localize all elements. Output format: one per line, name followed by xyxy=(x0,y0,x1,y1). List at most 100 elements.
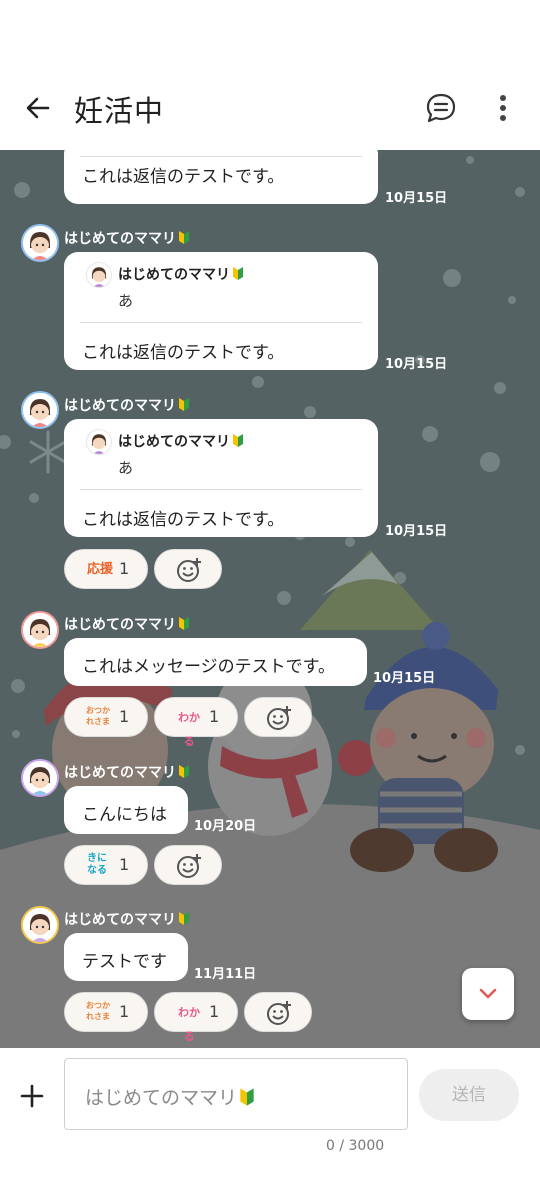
reaction-count: 1 xyxy=(209,707,220,726)
input-placeholder: はじめてのママリ xyxy=(85,1083,255,1110)
beginner-mark-icon xyxy=(179,398,189,411)
add-emoji-icon xyxy=(267,706,291,730)
attach-button[interactable] xyxy=(18,1082,46,1110)
sender-name-text: はじめてのママリ xyxy=(64,398,176,414)
message-text: これは返信のテストです。 xyxy=(82,510,285,530)
message-bubble[interactable]: これは返信のテストです。 xyxy=(64,150,378,204)
sender-name: はじめてのママリ xyxy=(64,395,190,415)
quote-sender-name: はじめてのママリ xyxy=(118,431,244,451)
plus-icon xyxy=(20,1084,44,1108)
avatar[interactable] xyxy=(21,906,59,944)
avatar[interactable] xyxy=(21,224,59,262)
message-time: 10月15日 xyxy=(373,671,436,686)
message-text: これはメッセージのテストです。 xyxy=(82,657,335,677)
sender-name: はじめてのママリ xyxy=(64,614,190,634)
more-options-button[interactable] xyxy=(490,92,516,126)
character-counter: 0 / 3000 xyxy=(326,1138,385,1154)
reaction-chip[interactable]: おつかれさま 1 xyxy=(64,697,148,737)
add-reaction-button[interactable] xyxy=(244,697,312,737)
message-bubble[interactable]: テストです xyxy=(64,933,188,981)
beginner-mark-icon xyxy=(179,617,189,630)
message-bubble[interactable]: こんにちは xyxy=(64,786,188,834)
input-placeholder-text: はじめてのママリ xyxy=(85,1087,238,1109)
reaction-chip[interactable]: きになる 1 xyxy=(64,845,148,885)
beginner-mark-icon xyxy=(179,231,189,244)
avatar-face-icon xyxy=(23,613,57,647)
message-composer: はじめてのママリ 送信 0 / 3000 xyxy=(0,1048,540,1200)
reaction-count: 1 xyxy=(119,559,130,578)
send-button[interactable]: 送信 xyxy=(419,1069,519,1121)
thread-button[interactable] xyxy=(424,90,458,126)
message-time: 10月20日 xyxy=(194,819,257,834)
sender-name-text: はじめてのママリ xyxy=(64,765,176,781)
beginner-mark-icon xyxy=(179,765,189,778)
add-emoji-icon xyxy=(177,854,201,878)
add-emoji-icon xyxy=(267,1001,291,1025)
chat-thread-icon xyxy=(426,93,456,123)
beginner-mark-icon xyxy=(233,267,243,280)
add-reaction-button[interactable] xyxy=(154,845,222,885)
avatar-face-icon xyxy=(91,267,107,287)
sender-name-text: はじめてのママリ xyxy=(64,617,176,633)
quote-sender-name: はじめてのママリ xyxy=(118,264,244,284)
add-reaction-button[interactable] xyxy=(244,992,312,1032)
message-input[interactable]: はじめてのママリ xyxy=(64,1058,408,1130)
message-time: 10月15日 xyxy=(385,357,448,372)
avatar[interactable] xyxy=(21,391,59,429)
avatar[interactable] xyxy=(21,611,59,649)
message-time: 10月15日 xyxy=(385,191,448,206)
avatar-face-icon xyxy=(91,434,107,454)
quote-avatar xyxy=(86,429,112,455)
avatar-face-icon xyxy=(23,908,57,942)
message-text: これは返信のテストです。 xyxy=(82,167,285,187)
reaction-stamp-oen: 応援 xyxy=(86,562,113,577)
message-bubble[interactable]: はじめてのママリ あ これは返信のテストです。 xyxy=(64,252,378,370)
reaction-chip[interactable]: わかる 1 xyxy=(154,992,238,1043)
reaction-stamp-wakaru: わかる xyxy=(178,1006,200,1043)
scroll-to-bottom-button[interactable] xyxy=(462,968,514,1020)
page-title: 妊活中 xyxy=(74,94,165,128)
avatar[interactable] xyxy=(21,759,59,797)
add-reaction-button[interactable] xyxy=(154,549,222,589)
message-text: テストです xyxy=(82,952,167,972)
add-emoji-icon xyxy=(177,558,201,582)
quote-text: あ xyxy=(118,459,134,477)
quote-sender-name-text: はじめてのママリ xyxy=(118,267,230,283)
back-button[interactable] xyxy=(20,90,56,126)
reply-separator xyxy=(80,156,362,157)
reaction-stamp-otsukaresama: おつかれさま xyxy=(86,706,110,726)
message-bubble[interactable]: これはメッセージのテストです。 xyxy=(64,638,367,686)
sender-name-text: はじめてのママリ xyxy=(64,912,176,928)
sender-name: はじめてのママリ xyxy=(64,228,190,248)
reaction-count: 1 xyxy=(119,1002,130,1021)
reaction-count: 1 xyxy=(119,707,130,726)
reply-separator xyxy=(80,489,362,490)
reaction-chip[interactable]: おつかれさま 1 xyxy=(64,992,148,1032)
beginner-mark-icon xyxy=(179,912,189,925)
sender-name-text: はじめてのママリ xyxy=(64,231,176,247)
more-vertical-icon xyxy=(500,95,506,121)
reaction-count: 1 xyxy=(209,1002,220,1021)
quote-text: あ xyxy=(118,292,134,310)
reaction-chip[interactable]: わかる 1 xyxy=(154,697,238,748)
avatar-face-icon xyxy=(23,761,57,795)
chat-area[interactable]: これは返信のテストです。 10月15日 はじめてのママリ はじめてのママリ あ … xyxy=(0,150,540,1048)
quote-sender-name-text: はじめてのママリ xyxy=(118,434,230,450)
beginner-mark-icon xyxy=(240,1088,254,1106)
chevron-down-icon xyxy=(479,988,497,999)
reaction-stamp-wakaru: わかる xyxy=(178,711,200,748)
reaction-chip[interactable]: 応援 1 xyxy=(64,549,148,589)
reaction-stamp-kininaru: きになる xyxy=(87,853,107,876)
sender-name: はじめてのママリ xyxy=(64,909,190,929)
beginner-mark-icon xyxy=(233,434,243,447)
message-text: こんにちは xyxy=(82,805,167,825)
app-bar: 妊活中 xyxy=(0,0,540,150)
reaction-count: 1 xyxy=(119,855,130,874)
reaction-stamp-otsukaresama: おつかれさま xyxy=(86,1001,110,1021)
message-time: 11月11日 xyxy=(194,967,257,982)
avatar-face-icon xyxy=(23,226,57,260)
reply-separator xyxy=(80,322,362,323)
message-bubble[interactable]: はじめてのママリ あ これは返信のテストです。 xyxy=(64,419,378,537)
message-text: これは返信のテストです。 xyxy=(82,343,285,363)
quote-avatar xyxy=(86,262,112,288)
